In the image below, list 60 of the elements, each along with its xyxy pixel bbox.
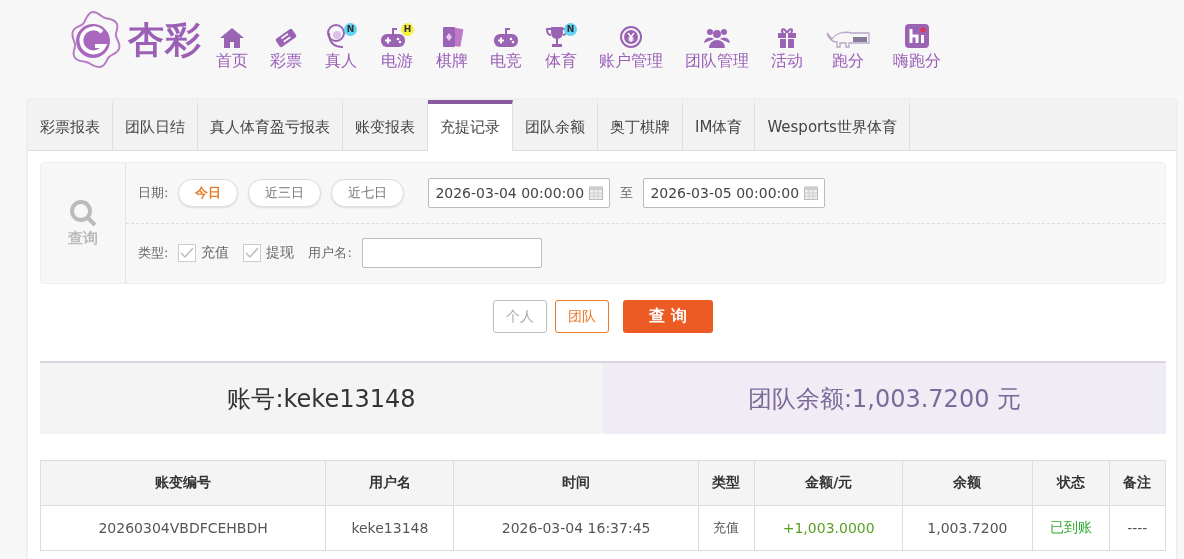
type-checkbox[interactable]: 充值	[178, 244, 230, 263]
scope-button[interactable]: 团队	[555, 300, 610, 333]
hi-logo-icon	[904, 22, 930, 49]
end-date-field[interactable]: 2026-03-05 00:00:00	[643, 177, 826, 208]
calendar-icon	[589, 185, 604, 201]
badge: N	[344, 22, 357, 36]
query-button[interactable]: 查 询	[623, 300, 713, 333]
table-cell: 已到账	[1032, 505, 1110, 551]
table-cell: +1,003.0000	[754, 505, 903, 551]
yen-coin-icon	[619, 24, 643, 49]
nav-item[interactable]: N 体育	[544, 12, 577, 72]
nav-item[interactable]: 跑分	[825, 12, 871, 72]
nav-item[interactable]: H 电游	[379, 12, 414, 72]
nav-item[interactable]: 电竞	[490, 12, 522, 72]
column-header: 备注	[1109, 460, 1166, 506]
column-header: 用户名	[325, 460, 454, 506]
table-cell: 20260304VBDFCEHBDH	[40, 505, 326, 551]
account-text: 账号:keke13148	[40, 363, 603, 434]
nav-item[interactable]: 棋牌	[436, 12, 468, 72]
house-icon	[219, 26, 245, 49]
column-header: 金额/元	[754, 460, 903, 506]
nav-item[interactable]: 首页	[216, 12, 248, 72]
checkmark-icon	[180, 247, 195, 260]
date-label: 日期:	[138, 183, 169, 202]
nav-item[interactable]: 彩票	[270, 12, 302, 72]
calendar-icon	[804, 185, 819, 201]
column-header: 余额	[902, 460, 1033, 506]
table-cell: 2026-03-04 16:37:45	[454, 505, 699, 551]
column-header: 类型	[698, 460, 755, 506]
username-label: 用户名:	[308, 244, 352, 263]
gamepad-icon	[492, 26, 520, 49]
checkmark-icon	[245, 247, 260, 260]
type-checkbox[interactable]: 提现	[243, 244, 295, 263]
column-header: 状态	[1032, 460, 1110, 506]
badge: N	[564, 22, 577, 36]
type-label: 类型:	[138, 244, 169, 263]
nav-item[interactable]: 嗨跑分	[893, 12, 941, 72]
column-header: 时间	[454, 460, 699, 506]
table-cell: 1,003.7200	[902, 505, 1033, 551]
table-cell: keke13148	[325, 505, 454, 551]
tab[interactable]: 充提记录	[428, 100, 513, 151]
nav-item[interactable]: 活动	[771, 12, 803, 72]
start-date-field[interactable]: 2026-03-04 00:00:00	[428, 177, 611, 208]
people-icon	[703, 26, 731, 49]
table-cell: 充值	[698, 505, 755, 551]
nav-item[interactable]: 账户管理	[599, 12, 663, 72]
team-balance-text: 团队余额:1,003.7200 元	[603, 363, 1166, 434]
search-label: 查询	[68, 228, 98, 248]
date-range-button[interactable]: 今日	[178, 178, 239, 207]
to-label: 至	[620, 183, 634, 202]
logo-text: 杏彩	[128, 17, 202, 62]
nav-item[interactable]: N 真人	[324, 12, 357, 72]
nav-item[interactable]: 团队管理	[685, 12, 749, 72]
search-icon	[69, 198, 97, 227]
table-cell: ----	[1109, 505, 1166, 551]
column-header: 账变编号	[40, 460, 326, 506]
username-field[interactable]	[361, 238, 542, 269]
date-range-button[interactable]: 近七日	[331, 178, 405, 207]
date-range-button[interactable]: 近三日	[248, 178, 322, 207]
badge: H	[401, 22, 414, 36]
